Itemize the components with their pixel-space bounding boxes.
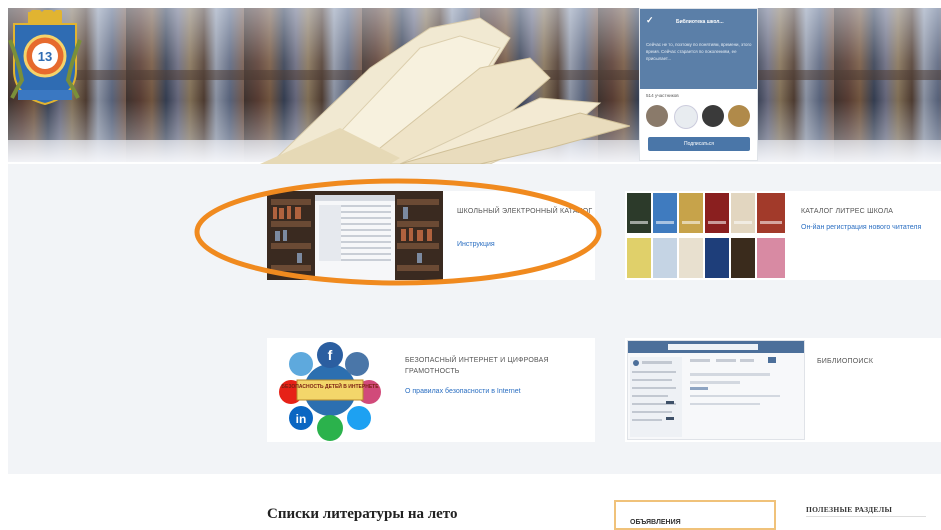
useful-sections-heading: ПОЛЕЗНЫЕ РАЗДЕЛЫ: [806, 505, 893, 514]
vk-member-avatar[interactable]: [728, 105, 750, 127]
svg-text:f: f: [328, 347, 333, 363]
card-link-registration[interactable]: Он-йан регистрация нового читателя: [801, 223, 941, 233]
school-crest-logo: 13: [8, 10, 82, 106]
highlight-ellipse-annotation: [194, 178, 602, 286]
vk-member-avatar[interactable]: [646, 105, 668, 127]
vk-member-avatar[interactable]: [702, 105, 724, 127]
safe-internet-banner-text: БЕЗОПАСНОСТЬ ДЕТЕЙ В ИНТЕРНЕТЕ: [281, 382, 379, 390]
vk-widget-header: ✓ Библиотека школ... Сейчас не то, поэто…: [640, 9, 757, 89]
card-litres-catalog[interactable]: КАТАЛОГ ЛИТРЕС ШКОЛА Он-йан регистрация …: [625, 191, 941, 280]
skype-icon: [289, 352, 313, 376]
bibliopoisk-screenshot-image[interactable]: [627, 340, 805, 440]
safe-internet-image[interactable]: f in БЕЗОПАСНОСТЬ ДЕТЕЙ В ИНТЕРНЕТЕ: [267, 338, 393, 442]
svg-text:in: in: [296, 412, 307, 426]
top-frame: [0, 0, 941, 8]
card-bibliopoisk[interactable]: БИБЛИОПОИСК: [625, 338, 941, 442]
card-link-safety-rules[interactable]: О правилах безопасности в Internet: [405, 387, 585, 397]
vk-members-count: 514 участников: [646, 93, 679, 98]
vk-group-description: Сейчас не то, поэтому по понятиям, време…: [646, 42, 752, 61]
open-book-image: [260, 17, 630, 164]
section-title-summer-reading[interactable]: Списки литературы на лето: [267, 506, 457, 523]
whatsapp-icon: [317, 415, 343, 441]
twitter-icon: [347, 406, 371, 430]
announcements-box[interactable]: ОБЪЯВЛЕНИЯ: [614, 500, 776, 530]
vk-group-name[interactable]: Библиотека школ...: [676, 19, 756, 25]
card-title[interactable]: БЕЗОПАСНЫЙ ИНТЕРНЕТ И ЦИФРОВАЯ ГРАМОТНОС…: [405, 355, 585, 377]
crest-number: 13: [38, 49, 52, 64]
vk-group-widget[interactable]: ✓ Библиотека школ... Сейчас не то, поэто…: [639, 8, 758, 161]
svg-text:БЕЗОПАСНОСТЬ ДЕТЕЙ В ИНТЕРНЕТЕ: БЕЗОПАСНОСТЬ ДЕТЕЙ В ИНТЕРНЕТЕ: [281, 382, 379, 390]
vk-logo-icon: ✓: [646, 15, 654, 25]
card-title[interactable]: КАТАЛОГ ЛИТРЕС ШКОЛА: [801, 206, 936, 217]
card-safe-internet[interactable]: f in БЕЗОПАСНОСТЬ ДЕТЕЙ В ИНТЕРНЕТЕ БЕЗО…: [267, 338, 595, 442]
vk-icon: [345, 352, 369, 376]
vk-member-avatar[interactable]: [674, 105, 698, 129]
book-covers-image[interactable]: [625, 191, 787, 280]
vk-subscribe-button[interactable]: Подписаться: [648, 137, 750, 151]
card-title[interactable]: БИБЛИОПОИСК: [817, 356, 937, 367]
useful-sections-divider: [806, 516, 926, 517]
